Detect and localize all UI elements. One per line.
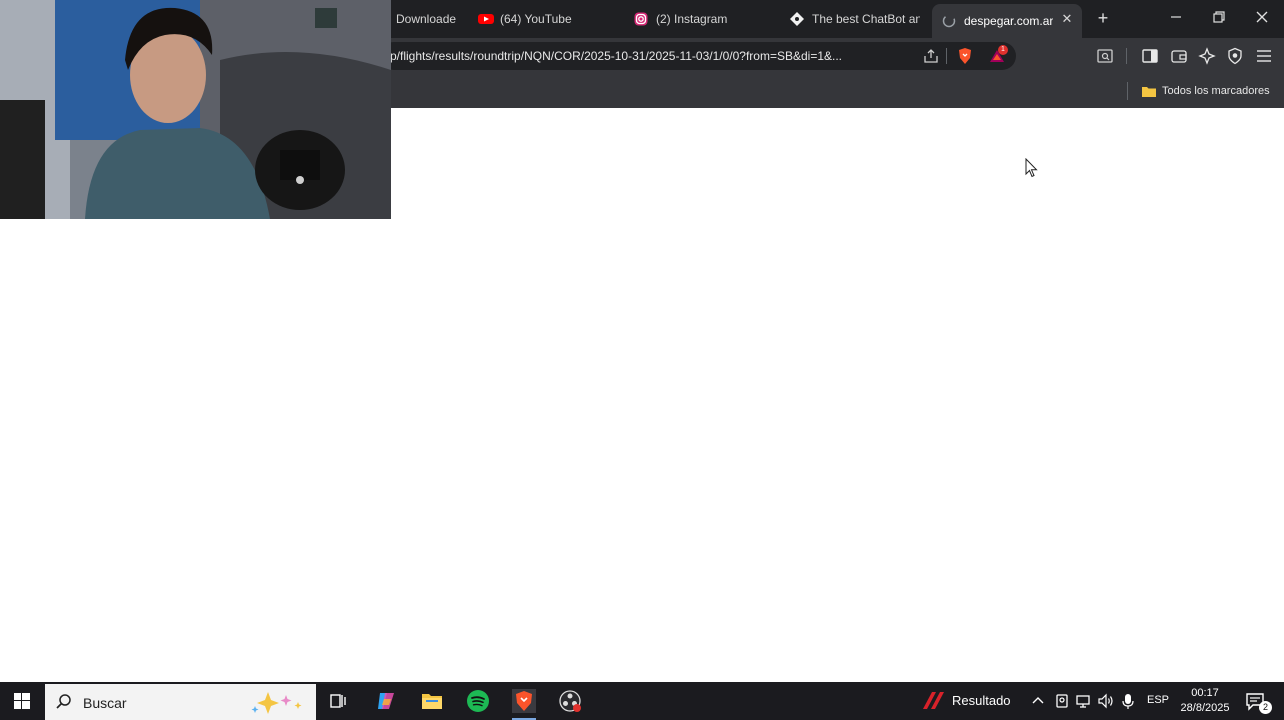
brave-shields-icon[interactable] — [956, 47, 974, 65]
brave-browser-icon[interactable] — [508, 682, 540, 720]
leo-ai-icon[interactable] — [1198, 47, 1216, 65]
chatbot-icon — [790, 12, 804, 26]
youtube-icon — [478, 12, 494, 26]
clock-date: 28/8/2025 — [1180, 702, 1230, 714]
menu-icon[interactable] — [1255, 47, 1273, 65]
copilot-icon[interactable] — [374, 689, 398, 713]
clock[interactable]: 00:17 28/8/2025 — [1170, 686, 1240, 716]
address-bar[interactable]: p/flights/results/roundtrip/NQN/COR/2025… — [380, 42, 1016, 70]
restore-icon[interactable] — [1209, 8, 1229, 28]
microphone-icon[interactable] — [1120, 692, 1136, 710]
new-tab-button[interactable]: + — [1094, 9, 1112, 27]
sparkle-icon — [250, 689, 306, 720]
screen: Downloade (64) YouTube (2) Instagram The… — [0, 0, 1284, 720]
loading-icon — [942, 14, 956, 28]
mouse-cursor-icon — [1025, 157, 1039, 178]
search-icon — [55, 693, 73, 716]
reader-mode-icon[interactable] — [1096, 47, 1114, 65]
wallet-icon[interactable] — [1170, 47, 1188, 65]
tab-despegar[interactable]: despegar.com.ar ✕ — [932, 4, 1082, 38]
notifications-badge: 2 — [1259, 701, 1272, 714]
all-bookmarks-label: Todos los marcadores — [1162, 85, 1270, 97]
tab-instagram[interactable]: (2) Instagram — [634, 4, 774, 34]
volume-icon[interactable] — [1097, 692, 1115, 710]
folder-icon — [1142, 85, 1156, 97]
tab-downloader[interactable]: Downloade — [380, 4, 460, 34]
file-explorer-icon[interactable] — [420, 689, 444, 713]
sports-widget-icon[interactable] — [920, 689, 944, 713]
tab-label: (64) YouTube — [500, 12, 572, 26]
rewards-badge: 1 — [998, 45, 1008, 55]
close-tab-icon[interactable]: ✕ — [1060, 12, 1074, 26]
webcam-overlay — [0, 0, 391, 219]
divider — [1126, 48, 1127, 64]
taskbar-search[interactable]: Buscar — [45, 684, 316, 720]
all-bookmarks-button[interactable]: Todos los marcadores — [1142, 82, 1270, 100]
tab-chatbot[interactable]: The best ChatBot and — [790, 4, 920, 34]
divider — [1127, 82, 1128, 100]
network-icon[interactable] — [1075, 692, 1093, 710]
start-button[interactable] — [0, 682, 45, 720]
widget-label[interactable]: Resultado — [952, 693, 1011, 708]
sidebar-icon[interactable] — [1141, 47, 1159, 65]
tab-label: Downloade — [396, 12, 457, 26]
tab-label: despegar.com.ar — [964, 14, 1054, 28]
minimize-icon[interactable] — [1166, 8, 1186, 28]
taskbar: Buscar Resultado ESP 00:17 28/8/2025 2 — [0, 682, 1284, 720]
chevron-up-icon[interactable] — [1029, 692, 1047, 710]
share-icon[interactable] — [922, 47, 940, 65]
spotify-icon[interactable] — [466, 689, 490, 713]
tab-youtube[interactable]: (64) YouTube — [478, 4, 618, 34]
meet-now-icon[interactable] — [1053, 692, 1071, 710]
task-view-icon[interactable] — [326, 689, 350, 713]
vpn-shield-icon[interactable] — [1226, 47, 1244, 65]
url-text[interactable]: p/flights/results/roundtrip/NQN/COR/2025… — [390, 49, 910, 63]
language-indicator[interactable]: ESP — [1147, 694, 1169, 706]
close-window-icon[interactable] — [1252, 8, 1272, 28]
divider — [946, 48, 947, 64]
search-placeholder: Buscar — [83, 695, 127, 711]
tab-label: The best ChatBot and — [812, 12, 920, 26]
instagram-icon — [634, 12, 648, 26]
clock-time: 00:17 — [1191, 687, 1219, 699]
obs-recorder-icon[interactable] — [558, 689, 582, 713]
tab-label: (2) Instagram — [656, 12, 728, 26]
